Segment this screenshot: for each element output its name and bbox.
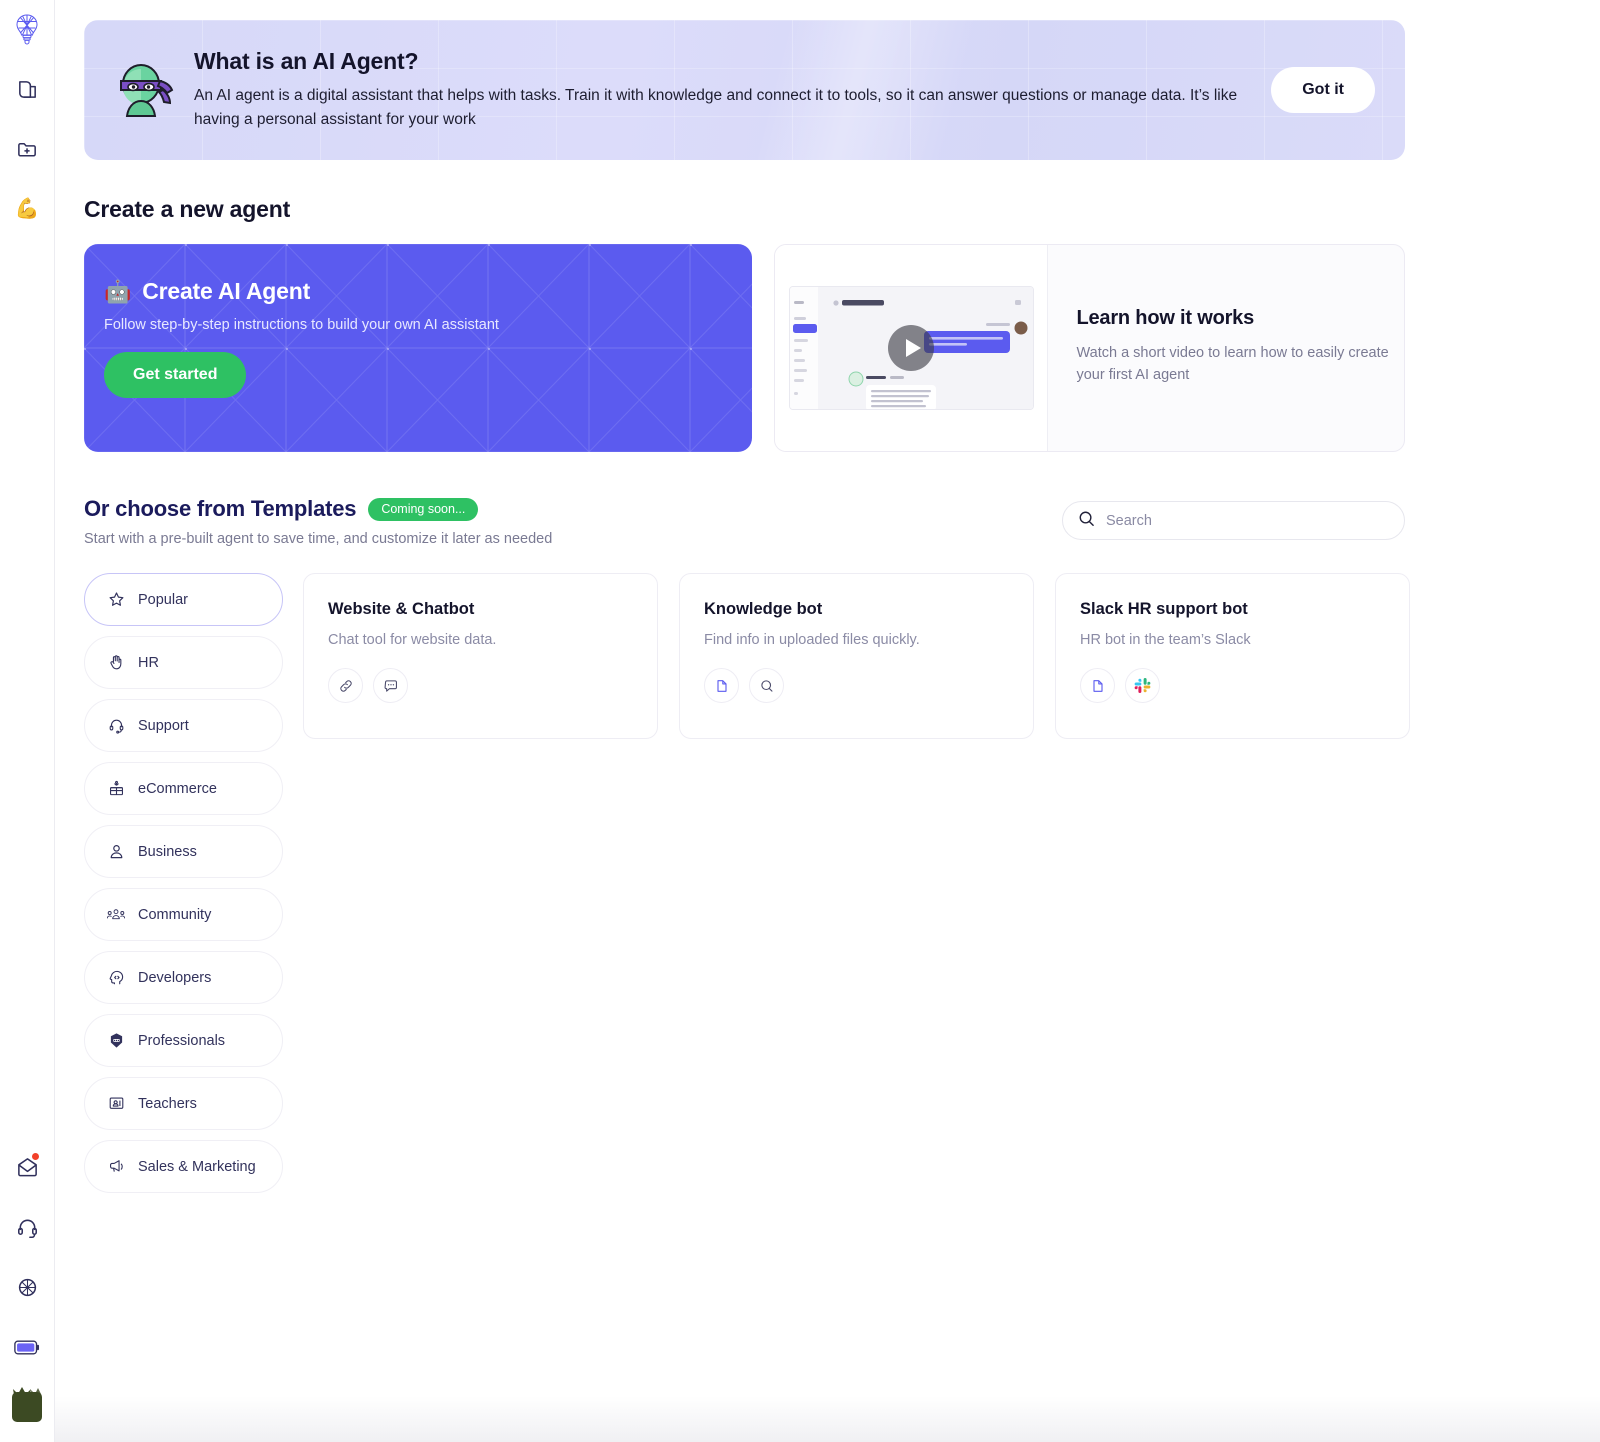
store-icon xyxy=(107,780,125,798)
link-icon[interactable] xyxy=(328,668,363,703)
rail-bottom-group xyxy=(7,1146,47,1428)
person-icon xyxy=(107,843,125,861)
page-content: What is an AI Agent? An AI agent is a di… xyxy=(55,0,1600,1193)
templates-title-row: Or choose from Templates Coming soon... xyxy=(84,496,1062,522)
rail-top-group: 💪 xyxy=(7,8,47,230)
category-business[interactable]: Business xyxy=(84,825,283,878)
category-label: Popular xyxy=(138,591,188,608)
category-popular[interactable]: Popular xyxy=(84,573,283,626)
headset-icon xyxy=(107,717,125,735)
category-teachers[interactable]: Teachers xyxy=(84,1077,283,1130)
star-icon xyxy=(107,591,125,609)
banner-description: An AI agent is a digital assistant that … xyxy=(194,86,1238,128)
template-card-slack-hr-bot[interactable]: Slack HR support bot HR bot in the team’… xyxy=(1055,573,1410,739)
category-label: Professionals xyxy=(138,1032,226,1049)
templates-title: Or choose from Templates xyxy=(84,496,357,521)
template-card-chips xyxy=(1080,668,1385,703)
templates-header-left: Or choose from Templates Coming soon... … xyxy=(84,496,1062,547)
template-card-website-chatbot[interactable]: Website & Chatbot Chat tool for website … xyxy=(303,573,658,739)
template-card-description: HR bot in the team’s Slack xyxy=(1080,632,1251,648)
support-headset-icon[interactable] xyxy=(7,1206,47,1248)
search-box[interactable] xyxy=(1062,501,1405,540)
learn-card-text: Learn how it works Watch a short video t… xyxy=(1048,245,1404,451)
left-icon-rail: 💪 xyxy=(0,0,55,1442)
ninja-mascot-icon xyxy=(108,57,174,123)
category-hr[interactable]: HR xyxy=(84,636,283,689)
slack-icon[interactable] xyxy=(1125,668,1160,703)
category-label: Business xyxy=(138,843,197,860)
search-icon xyxy=(1078,510,1095,532)
file-icon[interactable] xyxy=(704,668,739,703)
grid-pattern xyxy=(84,244,753,452)
agents-muscle-icon[interactable]: 💪 xyxy=(7,188,47,230)
user-avatar[interactable] xyxy=(7,1386,47,1428)
video-thumbnail[interactable] xyxy=(788,286,1034,410)
template-card-list: Website & Chatbot Chat tool for website … xyxy=(303,573,1410,739)
learn-how-it-works-card[interactable]: Learn how it works Watch a short video t… xyxy=(774,244,1405,452)
got-it-button[interactable]: Got it xyxy=(1271,67,1375,113)
category-community[interactable]: Community xyxy=(84,888,283,941)
category-label: Teachers xyxy=(138,1095,197,1112)
megaphone-icon xyxy=(107,1158,125,1176)
settings-gear-icon[interactable] xyxy=(7,1266,47,1308)
video-thumbnail-wrapper[interactable] xyxy=(775,245,1049,451)
category-label: Support xyxy=(138,717,189,734)
projects-icon[interactable] xyxy=(7,68,47,110)
play-triangle-icon xyxy=(905,339,921,357)
template-card-title: Slack HR support bot xyxy=(1080,600,1248,618)
create-row: 🤖 Create AI Agent Follow step-by-step in… xyxy=(84,244,1405,452)
create-card-title: Create AI Agent xyxy=(142,278,311,304)
category-developers[interactable]: Developers xyxy=(84,951,283,1004)
hand-icon xyxy=(107,654,125,672)
category-label: HR xyxy=(138,654,159,671)
create-card-title-row: 🤖 Create AI Agent xyxy=(104,278,752,305)
play-button[interactable] xyxy=(888,325,935,371)
robot-icon: 🤖 xyxy=(104,278,132,304)
templates-body: Popular HR Support eCommerce Business Co… xyxy=(84,573,1410,1193)
template-card-description: Chat tool for website data. xyxy=(328,632,497,648)
page-root: What is an AI Agent? An AI agent is a di… xyxy=(55,0,1600,1442)
create-section-heading: Create a new agent xyxy=(84,196,291,222)
create-ai-agent-card[interactable]: 🤖 Create AI Agent Follow step-by-step in… xyxy=(84,244,753,452)
banner-text-group: What is an AI Agent? An AI agent is a di… xyxy=(194,48,1254,132)
learn-card-description: Watch a short video to learn how to easi… xyxy=(1076,345,1389,384)
template-card-chips xyxy=(704,668,1009,703)
category-professionals[interactable]: Professionals xyxy=(84,1014,283,1067)
people-icon xyxy=(107,906,125,924)
category-label: Sales & Marketing xyxy=(138,1158,256,1175)
templates-subheading: Start with a pre-built agent to save tim… xyxy=(84,531,553,547)
chat-bubble-icon[interactable] xyxy=(373,668,408,703)
search-input[interactable] xyxy=(1106,512,1389,529)
usage-battery-icon[interactable] xyxy=(7,1326,47,1368)
whiteboard-icon xyxy=(107,1095,125,1113)
inbox-icon[interactable] xyxy=(7,1146,47,1188)
category-support[interactable]: Support xyxy=(84,699,283,752)
get-started-button[interactable]: Get started xyxy=(104,352,247,398)
coming-soon-badge: Coming soon... xyxy=(368,497,479,521)
template-card-title: Website & Chatbot xyxy=(328,600,475,618)
category-ecommerce[interactable]: eCommerce xyxy=(84,762,283,815)
learn-card-title: Learn how it works xyxy=(1076,307,1255,329)
banner-title: What is an AI Agent? xyxy=(194,47,419,74)
notification-badge xyxy=(31,1152,40,1161)
template-card-description: Find info in uploaded files quickly. xyxy=(704,632,920,648)
new-folder-icon[interactable] xyxy=(7,128,47,170)
create-card-subtitle: Follow step-by-step instructions to buil… xyxy=(104,317,499,333)
badge-icon xyxy=(107,1032,125,1050)
template-card-knowledge-bot[interactable]: Knowledge bot Find info in uploaded file… xyxy=(679,573,1034,739)
template-card-chips xyxy=(328,668,633,703)
info-banner: What is an AI Agent? An AI agent is a di… xyxy=(84,20,1405,160)
search-icon[interactable] xyxy=(749,668,784,703)
file-icon[interactable] xyxy=(1080,668,1115,703)
head-code-icon xyxy=(107,969,125,987)
templates-header: Or choose from Templates Coming soon... … xyxy=(84,496,1405,547)
category-label: Community xyxy=(138,906,212,923)
category-label: eCommerce xyxy=(138,780,217,797)
category-sales-marketing[interactable]: Sales & Marketing xyxy=(84,1140,283,1193)
app-logo-lightbulb-icon[interactable] xyxy=(7,8,47,50)
template-card-title: Knowledge bot xyxy=(704,600,823,618)
category-label: Developers xyxy=(138,969,212,986)
category-list: Popular HR Support eCommerce Business Co… xyxy=(84,573,283,1193)
